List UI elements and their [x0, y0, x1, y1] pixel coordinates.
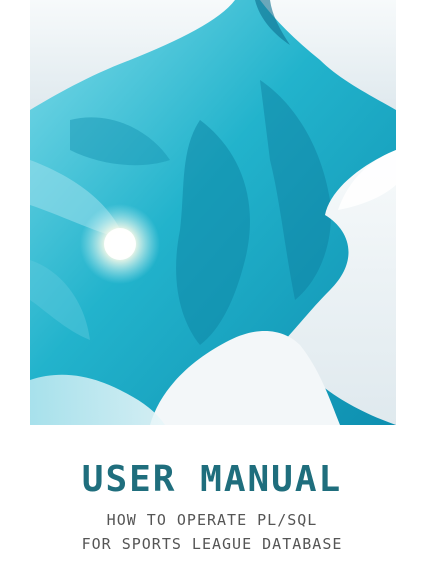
- manual-cover-page: USER MANUAL HOW TO OPERATE PL/SQL FOR SP…: [0, 0, 424, 565]
- manual-subtitle-line-2: FOR SPORTS LEAGUE DATABASE: [81, 535, 343, 553]
- manual-subtitle-line-1: HOW TO OPERATE PL/SQL: [106, 511, 318, 529]
- glacier-meltwater-photo: [30, 0, 396, 425]
- manual-title: USER MANUAL: [81, 459, 343, 500]
